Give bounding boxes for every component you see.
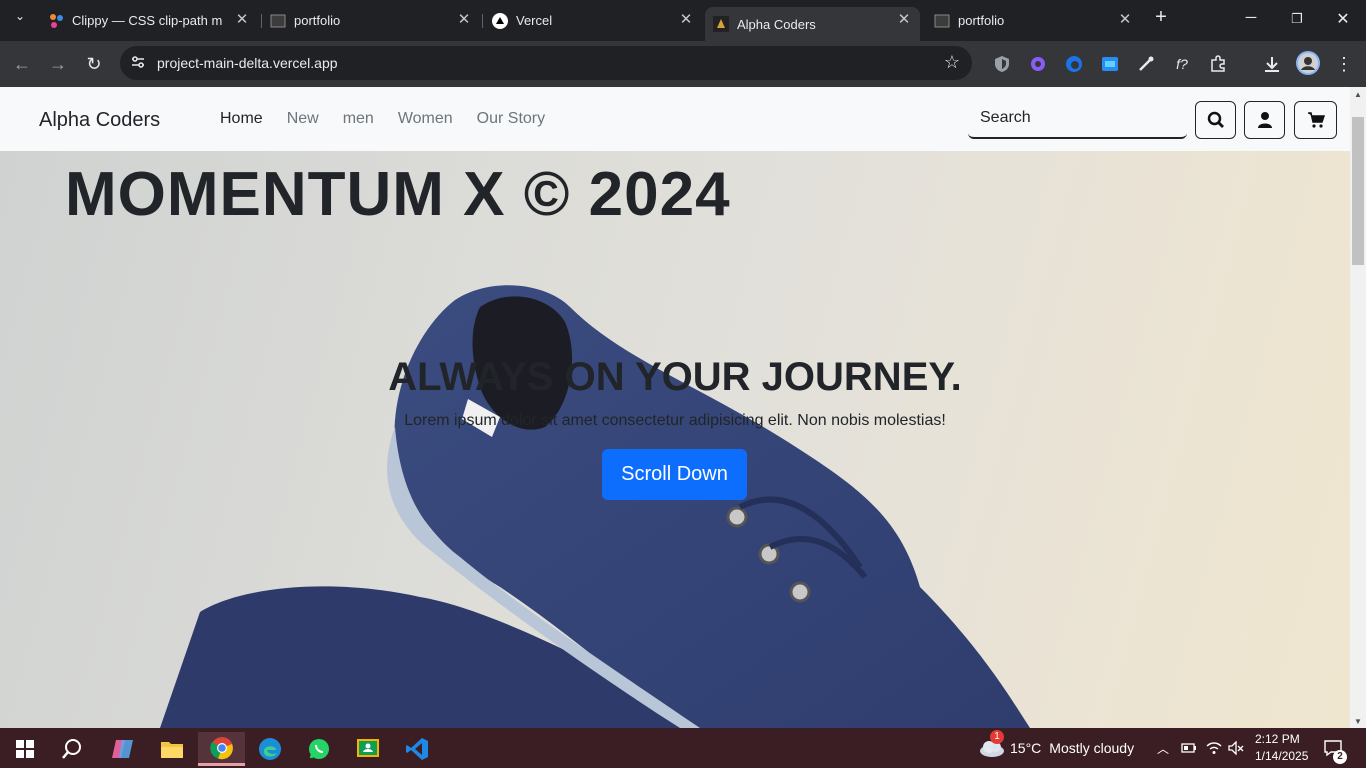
tab-title: Alpha Coders [737, 16, 816, 32]
address-bar[interactable]: project-main-delta.vercel.app ☆ [120, 46, 972, 80]
tab-portfolio-2[interactable]: portfolio ✕ [926, 7, 1141, 34]
close-icon[interactable]: ✕ [678, 12, 694, 28]
hero-lead-text: Lorem ipsum dolor sit amet consectetur a… [404, 412, 946, 429]
profile-avatar[interactable] [1296, 51, 1320, 75]
volume-muted-icon[interactable] [1228, 728, 1244, 768]
alpha-coders-icon [713, 16, 729, 32]
eyedropper-extension-icon[interactable] [1135, 53, 1157, 75]
scroll-down-arrow-icon[interactable]: ▼ [1350, 717, 1366, 726]
bookmark-star-icon[interactable]: ☆ [944, 52, 960, 73]
font-extension-icon[interactable]: f? [1171, 53, 1193, 75]
reload-icon[interactable]: ↻ [82, 52, 106, 76]
clock[interactable]: 2:12 PM 1/14/2025 [1255, 728, 1308, 768]
screen-extension-icon[interactable] [1099, 53, 1121, 75]
copilot-icon[interactable] [103, 732, 143, 766]
tab-title: portfolio [294, 13, 341, 28]
portfolio-icon [934, 13, 950, 29]
tab-portfolio-1[interactable]: portfolio ✕ [262, 7, 480, 34]
chrome-icon[interactable] [198, 732, 245, 766]
site-nav-menu: Home New men Women Our Story [220, 110, 569, 128]
more-menu-icon[interactable]: ⋮ [1333, 53, 1355, 75]
scroll-down-button[interactable]: Scroll Down [602, 449, 747, 500]
page-scrollbar[interactable]: ▲ ▼ [1350, 87, 1366, 728]
scrollbar-thumb[interactable] [1352, 117, 1364, 265]
edge-extension-icon[interactable] [1063, 53, 1085, 75]
weather-cloud-icon: 1 [978, 730, 1006, 760]
battery-icon[interactable] [1181, 728, 1197, 768]
tab-title: portfolio [958, 13, 1005, 28]
site-navbar: Alpha Coders Home New men Women Our Stor… [0, 87, 1350, 151]
new-tab-plus-icon[interactable]: + [1149, 6, 1173, 29]
cart-button[interactable] [1294, 101, 1337, 139]
weather-badge: 1 [990, 730, 1004, 744]
window-close-icon[interactable]: ✕ [1331, 9, 1355, 29]
portfolio-icon [270, 13, 286, 29]
tab-clippy[interactable]: Clippy — CSS clip-path maker ✕ [40, 7, 258, 34]
wifi-icon[interactable] [1206, 728, 1222, 768]
site-brand[interactable]: Alpha Coders [39, 109, 160, 132]
tab-title: Vercel [516, 13, 553, 28]
nav-women[interactable]: Women [398, 110, 453, 128]
hero-headline: ALWAYS ON YOUR JOURNEY. [388, 355, 962, 399]
forward-arrow-icon[interactable]: → [46, 52, 70, 76]
nav-men[interactable]: men [343, 110, 374, 128]
cart-icon [1307, 112, 1325, 128]
close-icon[interactable]: ✕ [896, 12, 912, 28]
clippy-icon [48, 13, 64, 29]
classroom-icon[interactable] [348, 732, 388, 766]
search-box [968, 101, 1187, 139]
clock-time: 2:12 PM [1255, 732, 1300, 746]
close-icon[interactable]: ✕ [456, 12, 472, 28]
file-explorer-icon[interactable] [152, 732, 192, 766]
nav-home[interactable]: Home [220, 110, 263, 128]
close-icon[interactable]: ✕ [1117, 12, 1133, 28]
notification-center-icon[interactable]: 2 [1323, 728, 1347, 768]
back-arrow-icon[interactable]: ← [10, 52, 34, 76]
search-icon [1207, 111, 1224, 128]
shield-extension-icon[interactable] [991, 53, 1013, 75]
account-button[interactable] [1244, 101, 1285, 139]
vscode-icon[interactable] [397, 732, 437, 766]
minimize-icon[interactable]: ─ [1239, 9, 1263, 26]
gear-extension-icon[interactable] [1027, 53, 1049, 75]
tab-alpha-coders[interactable]: Alpha Coders ✕ [705, 7, 920, 41]
puzzle-extensions-icon[interactable] [1207, 53, 1229, 75]
weather-widget[interactable]: 1 15°C Mostly cloudy [978, 728, 1134, 768]
nav-new[interactable]: New [287, 110, 319, 128]
windows-taskbar: 1 15°C Mostly cloudy ︿ 2:12 PM 1/14/2025… [0, 728, 1366, 768]
windows-start-icon[interactable] [5, 732, 45, 766]
search-button[interactable] [1195, 101, 1236, 139]
restore-icon[interactable]: ❐ [1285, 11, 1309, 27]
url-text: project-main-delta.vercel.app [157, 55, 338, 71]
user-icon [1257, 112, 1272, 128]
weather-temp: 15°C [1010, 740, 1042, 756]
nav-our-story[interactable]: Our Story [477, 110, 545, 128]
close-icon[interactable]: ✕ [234, 12, 250, 28]
tab-separator [482, 14, 483, 28]
site-settings-icon[interactable] [130, 54, 146, 75]
clock-date: 1/14/2025 [1255, 749, 1309, 763]
vercel-icon [492, 12, 508, 29]
hero-title: MOMENTUM X © 2024 [65, 160, 731, 229]
whatsapp-icon[interactable] [299, 732, 339, 766]
weather-condition: Mostly cloudy [1049, 740, 1135, 756]
tray-chevron-up-icon[interactable]: ︿ [1157, 728, 1169, 768]
tab-title: Clippy — CSS clip-path maker [72, 13, 222, 28]
webpage-viewport: Alpha Coders Home New men Women Our Stor… [0, 87, 1350, 728]
browser-toolbar: ← → ↻ project-main-delta.vercel.app ☆ f?… [0, 41, 1366, 87]
edge-icon[interactable] [250, 732, 290, 766]
notification-count-badge: 2 [1333, 750, 1347, 764]
tab-bar: ⌄ Clippy — CSS clip-path maker ✕ portfol… [0, 0, 1366, 41]
search-input[interactable] [968, 101, 1187, 135]
tab-search-chevron-icon[interactable]: ⌄ [8, 9, 32, 23]
scroll-up-arrow-icon[interactable]: ▲ [1350, 90, 1366, 99]
download-icon[interactable] [1261, 53, 1283, 75]
search-icon[interactable] [52, 732, 92, 766]
tab-vercel[interactable]: Vercel ✕ [484, 7, 702, 34]
